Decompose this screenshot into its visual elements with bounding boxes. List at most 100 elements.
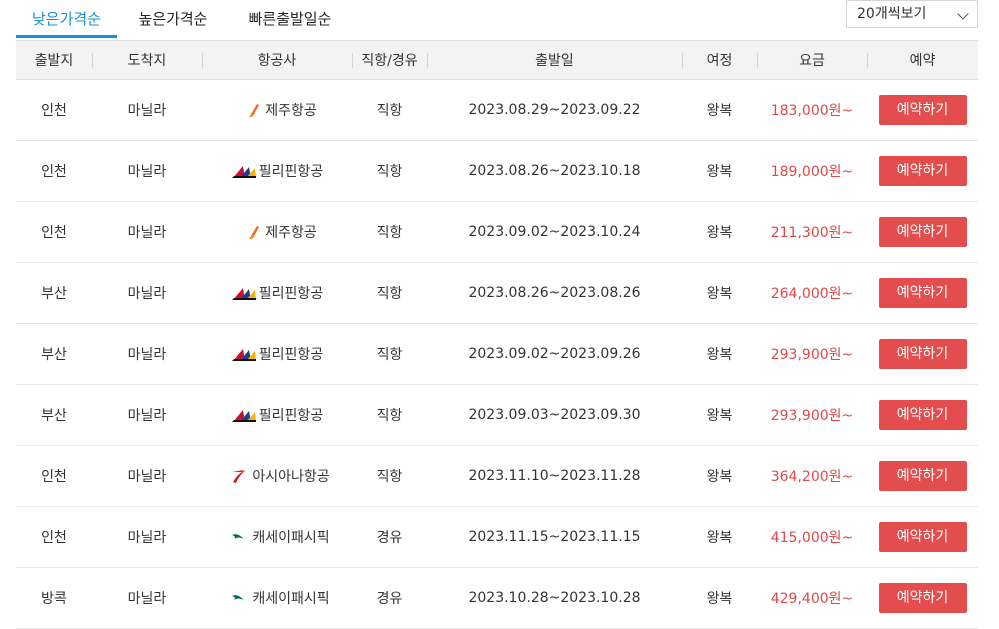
- booking-cell: 예약하기: [867, 202, 978, 263]
- airline: 제주항공: [237, 100, 317, 120]
- route-type: 직항: [376, 347, 403, 363]
- page-size-value: 20개씩보기: [857, 6, 927, 22]
- departure-city: 부산: [41, 286, 67, 302]
- header-fare: 요금: [757, 40, 867, 80]
- arrival-city: 마닐라: [127, 347, 167, 363]
- route-type: 직항: [376, 469, 403, 485]
- jeju-air-icon: [237, 102, 263, 118]
- header-departure: 출발지: [16, 40, 92, 80]
- trip-type: 왕복: [706, 164, 733, 180]
- sort-tabs: 낮은가격순 높은가격순 빠른출발일순: [16, 0, 978, 38]
- airline-name: 제주항공: [265, 103, 317, 119]
- departure-city: 인천: [41, 103, 67, 119]
- airline-name: 제주항공: [265, 225, 317, 241]
- airline: 제주항공: [237, 222, 317, 242]
- book-button[interactable]: 예약하기: [878, 217, 967, 247]
- philippine-airlines-icon: [231, 407, 257, 423]
- book-button[interactable]: 예약하기: [878, 278, 967, 308]
- book-button[interactable]: 예약하기: [878, 522, 967, 552]
- departure-city: 방콕: [41, 591, 67, 607]
- airline-name: 아시아나항공: [252, 469, 330, 485]
- arrival-city: 마닐라: [127, 591, 167, 607]
- arrival-city: 마닐라: [127, 286, 167, 302]
- fare-price: 293,900원~: [770, 347, 854, 363]
- table-row: 인천 마닐라 아시아나항공 직항 2023.11.10~2023.11.28 왕복 364,…: [16, 446, 978, 507]
- tab-highest-price[interactable]: 높은가격순: [128, 0, 218, 38]
- book-button[interactable]: 예약하기: [878, 583, 967, 613]
- booking-cell: 예약하기: [867, 141, 978, 202]
- asiana-airlines-icon: [224, 468, 250, 484]
- travel-dates: 2023.08.26~2023.10.18: [468, 163, 641, 179]
- table-row: 방콕 마닐라 캐세이패시픽 경유 2023.10.28~2023.10.28 왕복 429,…: [16, 568, 978, 629]
- airline-name: 캐세이패시픽: [252, 530, 330, 546]
- fare-price: 183,000원~: [770, 103, 854, 119]
- cathay-pacific-icon: [224, 529, 250, 545]
- table-row: 인천 마닐라 제주항공 직항 2023.09.02~2023.10.24 왕복 211,30…: [16, 202, 978, 263]
- trip-type: 왕복: [706, 286, 733, 302]
- table-header: 출발지 도착지 항공사 직항/경유 출발일 여정 요금 예약: [16, 40, 978, 80]
- arrival-city: 마닐라: [127, 103, 167, 119]
- booking-cell: 예약하기: [867, 446, 978, 507]
- book-button[interactable]: 예약하기: [878, 95, 967, 125]
- departure-city: 인천: [41, 469, 67, 485]
- table-row: 인천 마닐라 필리핀항공 직항 2023.08.26~2023.10.18 왕복 189,0…: [16, 141, 978, 202]
- route-type: 직항: [376, 286, 403, 302]
- trip-type: 왕복: [706, 469, 733, 485]
- airline-cell: 필리핀항공: [202, 324, 352, 385]
- book-button[interactable]: 예약하기: [878, 461, 967, 491]
- book-button[interactable]: 예약하기: [878, 156, 967, 186]
- departure-city: 부산: [41, 408, 67, 424]
- travel-dates: 2023.09.02~2023.10.24: [468, 224, 641, 240]
- jeju-air-icon: [237, 224, 263, 240]
- departure-city: 부산: [41, 347, 67, 363]
- table-row: 부산 마닐라 필리핀항공 직항 2023.09.03~2023.09.30 왕복 293,9…: [16, 385, 978, 446]
- airline-cell: 필리핀항공: [202, 263, 352, 324]
- booking-cell: 예약하기: [867, 568, 978, 629]
- travel-dates: 2023.08.26~2023.08.26: [468, 285, 641, 301]
- trip-type: 왕복: [706, 103, 733, 119]
- chevron-down-icon: [957, 8, 969, 20]
- airline: 필리핀항공: [231, 283, 323, 303]
- fare-price: 264,000원~: [770, 286, 854, 302]
- arrival-city: 마닐라: [127, 164, 167, 180]
- airline: 필리핀항공: [231, 161, 323, 181]
- airline-cell: 제주항공: [202, 202, 352, 263]
- philippine-airlines-icon: [231, 285, 257, 301]
- booking-cell: 예약하기: [867, 80, 978, 141]
- travel-dates: 2023.09.02~2023.09.26: [468, 346, 641, 362]
- trip-type: 왕복: [706, 408, 733, 424]
- header-route-type: 직항/경유: [352, 40, 427, 80]
- travel-dates: 2023.11.15~2023.11.15: [468, 529, 641, 545]
- route-type: 직항: [376, 225, 403, 241]
- airline-cell: 캐세이패시픽: [202, 507, 352, 568]
- route-type: 직항: [376, 408, 403, 424]
- fare-price: 364,200원~: [770, 469, 854, 485]
- fare-table: 출발지 도착지 항공사 직항/경유 출발일 여정 요금 예약 인천 마닐라 제주항공…: [16, 40, 978, 629]
- trip-type: 왕복: [706, 225, 733, 241]
- philippine-airlines-icon: [231, 346, 257, 362]
- header-airline: 항공사: [202, 40, 352, 80]
- airline-cell: 아시아나항공: [202, 446, 352, 507]
- tab-earliest-departure[interactable]: 빠른출발일순: [234, 0, 346, 38]
- arrival-city: 마닐라: [127, 469, 167, 485]
- booking-cell: 예약하기: [867, 507, 978, 568]
- trip-type: 왕복: [706, 530, 733, 546]
- tab-lowest-price[interactable]: 낮은가격순: [16, 0, 117, 38]
- airline: 캐세이패시픽: [224, 527, 330, 547]
- header-booking: 예약: [867, 40, 978, 80]
- route-type: 경유: [376, 591, 403, 607]
- airline: 아시아나항공: [224, 466, 330, 486]
- travel-dates: 2023.10.28~2023.10.28: [468, 590, 641, 606]
- page-size-select[interactable]: 20개씩보기: [846, 0, 978, 28]
- arrival-city: 마닐라: [127, 530, 167, 546]
- booking-cell: 예약하기: [867, 324, 978, 385]
- trip-type: 왕복: [706, 591, 733, 607]
- book-button[interactable]: 예약하기: [878, 339, 967, 369]
- table-row: 인천 마닐라 제주항공 직항 2023.08.29~2023.09.22 왕복 183,00…: [16, 80, 978, 141]
- book-button[interactable]: 예약하기: [878, 400, 967, 430]
- departure-city: 인천: [41, 225, 67, 241]
- airline: 필리핀항공: [231, 344, 323, 364]
- header-trip: 여정: [682, 40, 757, 80]
- airline-name: 필리핀항공: [258, 164, 324, 180]
- table-row: 부산 마닐라 필리핀항공 직항 2023.09.02~2023.09.26 왕복 293,9…: [16, 324, 978, 385]
